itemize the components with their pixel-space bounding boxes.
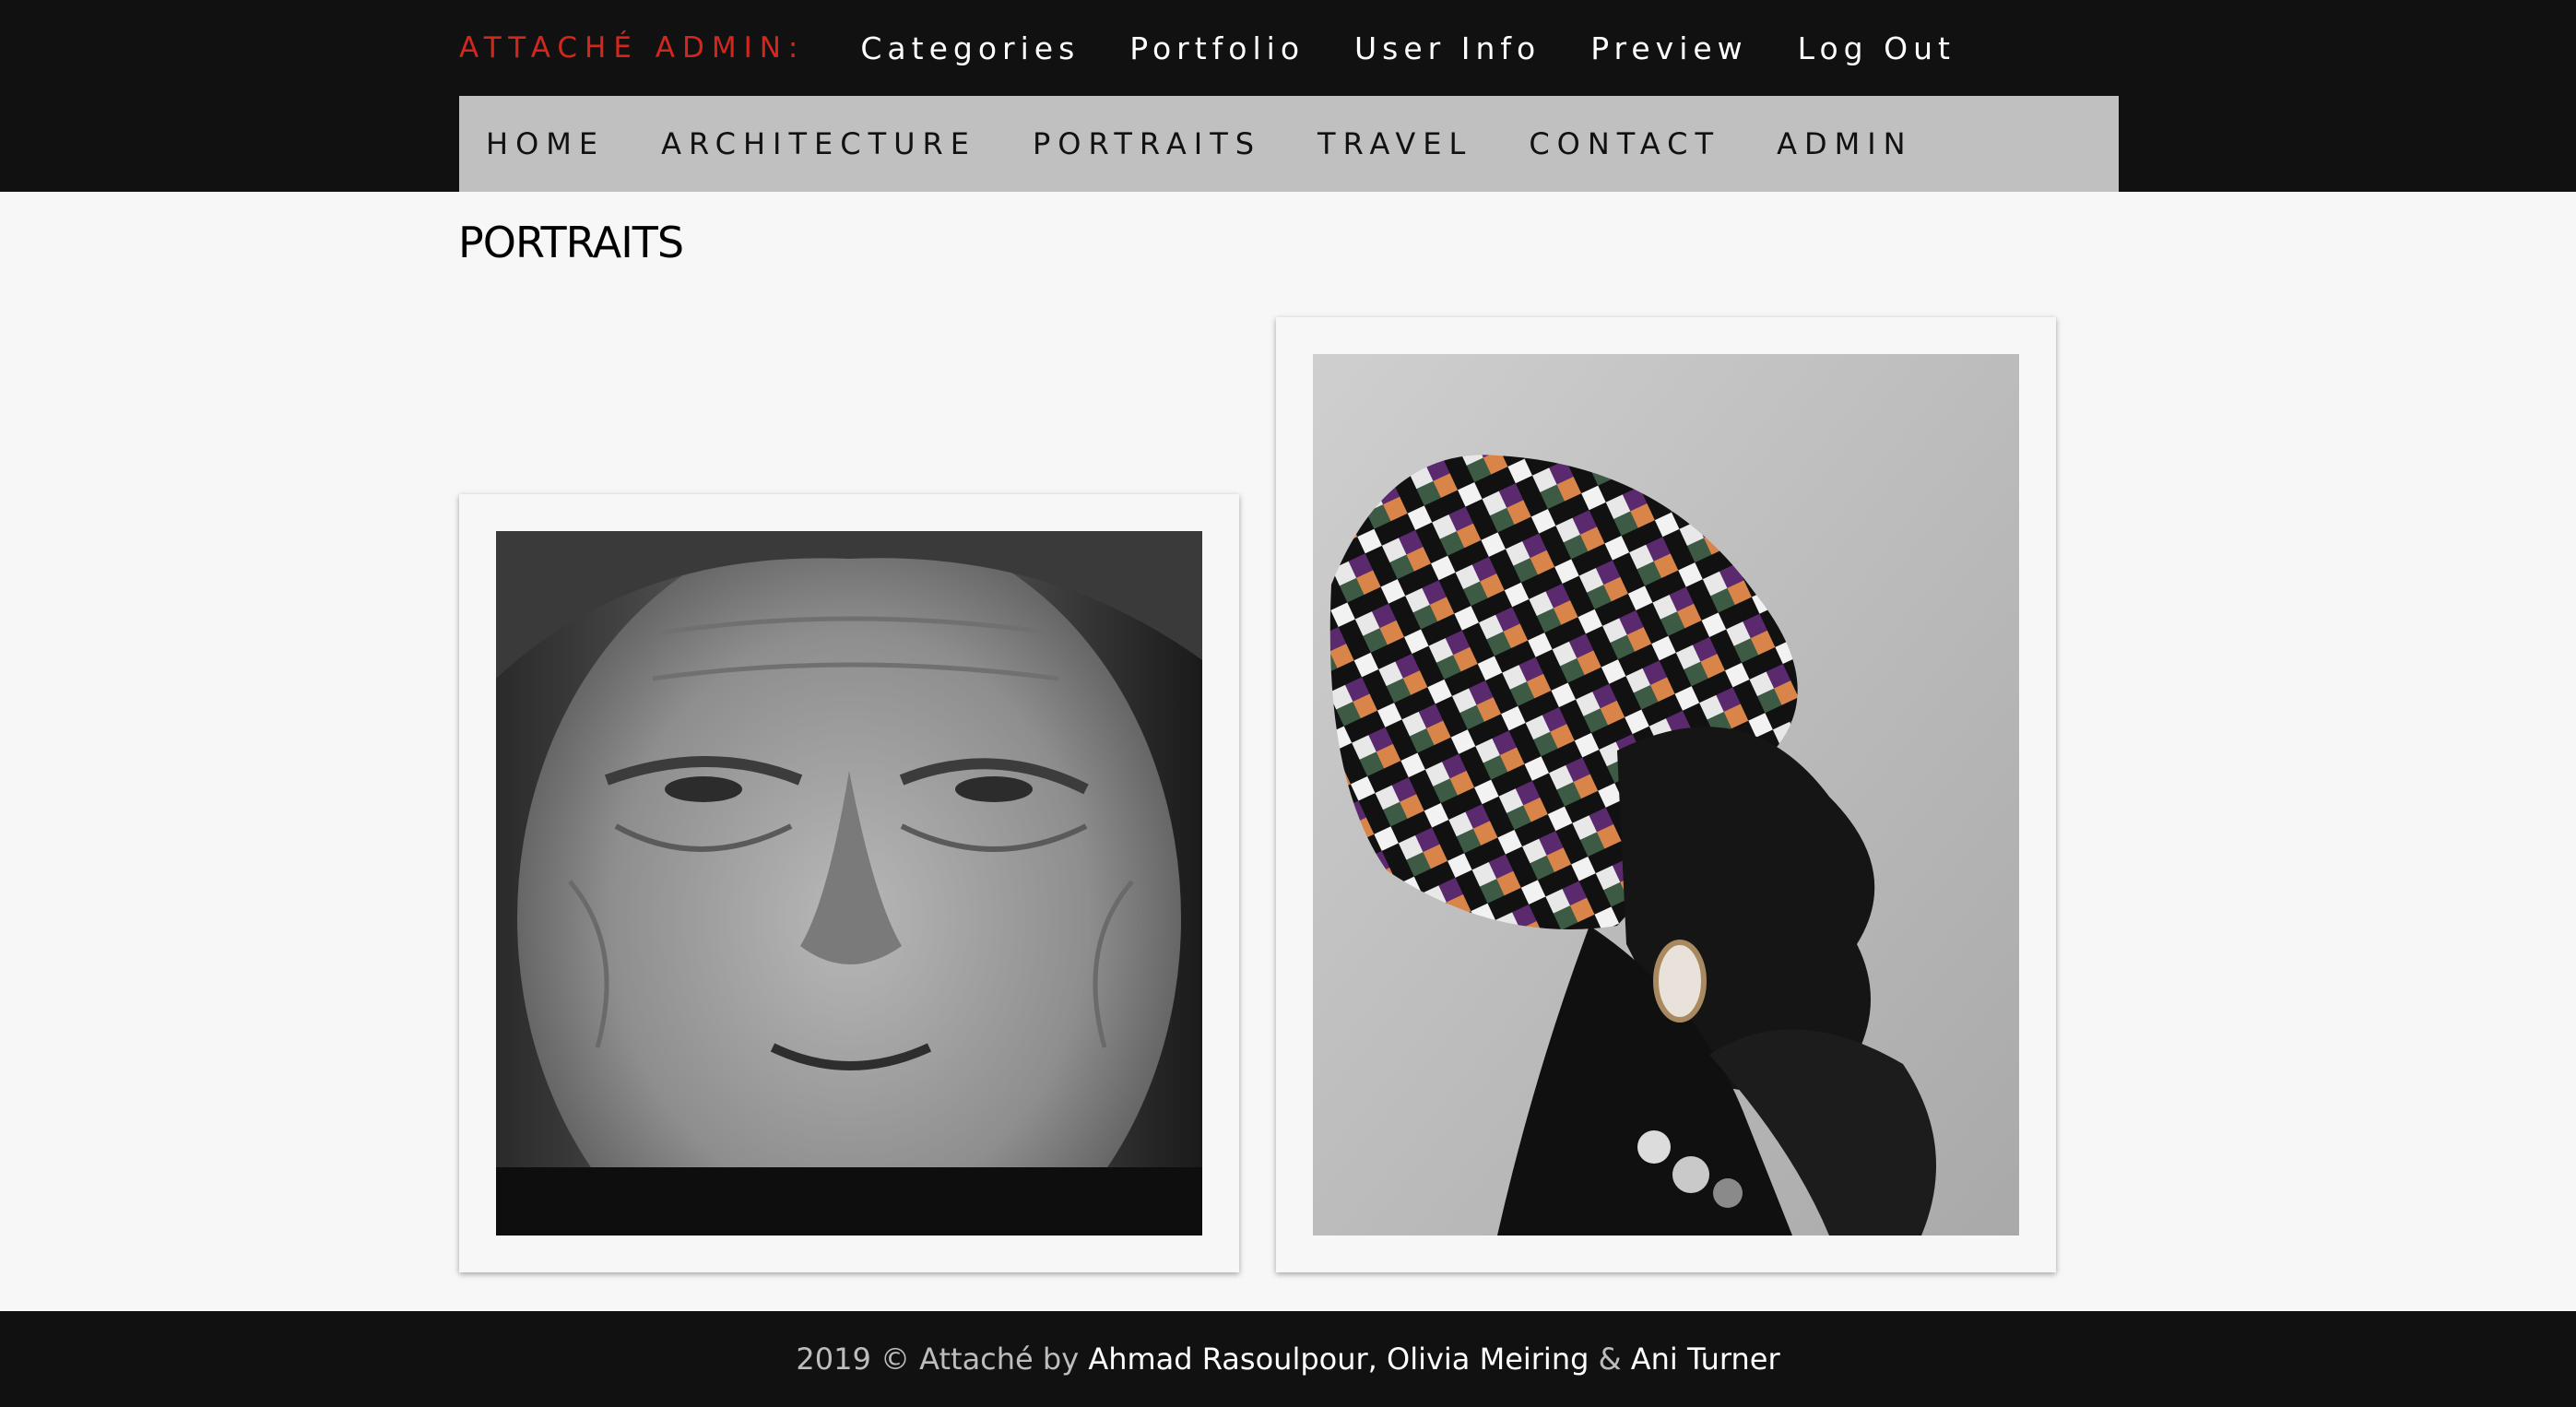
admin-bar: ATTACHÉ ADMIN: Categories Portfolio User… [0, 0, 2576, 96]
nav-item-portraits[interactable]: PORTRAITS [1033, 126, 1261, 161]
admin-brand: ATTACHÉ ADMIN: [459, 31, 806, 65]
footer-copyright: 2019 © Attaché by [796, 1342, 1089, 1377]
portrait-photo-head-wrap[interactable] [1313, 354, 2019, 1236]
footer-comma: , [1367, 1342, 1387, 1377]
admin-link-preview[interactable]: Preview [1590, 30, 1747, 66]
photo-card [1276, 317, 2056, 1272]
admin-link-categories[interactable]: Categories [860, 30, 1080, 66]
site-nav: HOME ARCHITECTURE PORTRAITS TRAVEL CONTA… [459, 96, 2119, 192]
admin-bar-inner: ATTACHÉ ADMIN: Categories Portfolio User… [459, 0, 2005, 96]
footer: 2019 © Attaché by Ahmad Rasoulpour , Oli… [0, 1311, 2576, 1407]
footer-author-ani[interactable]: Ani Turner [1631, 1342, 1780, 1377]
nav-item-contact[interactable]: CONTACT [1529, 126, 1720, 161]
admin-link-user-info[interactable]: User Info [1354, 30, 1541, 66]
nav-item-travel[interactable]: TRAVEL [1318, 126, 1472, 161]
nav-item-home[interactable]: HOME [486, 126, 605, 161]
portrait-photo-elderly-woman[interactable] [496, 531, 1202, 1236]
nav-item-admin[interactable]: ADMIN [1777, 126, 1913, 161]
footer-author-olivia[interactable]: Olivia Meiring [1387, 1342, 1589, 1377]
admin-link-log-out[interactable]: Log Out [1798, 30, 1956, 66]
page-title: PORTRAITS [458, 218, 684, 267]
admin-link-portfolio[interactable]: Portfolio [1129, 30, 1305, 66]
footer-ampersand: & [1589, 1342, 1631, 1377]
footer-author-ahmad[interactable]: Ahmad Rasoulpour [1088, 1342, 1367, 1377]
photo-card [459, 494, 1239, 1272]
nav-item-architecture[interactable]: ARCHITECTURE [661, 126, 976, 161]
